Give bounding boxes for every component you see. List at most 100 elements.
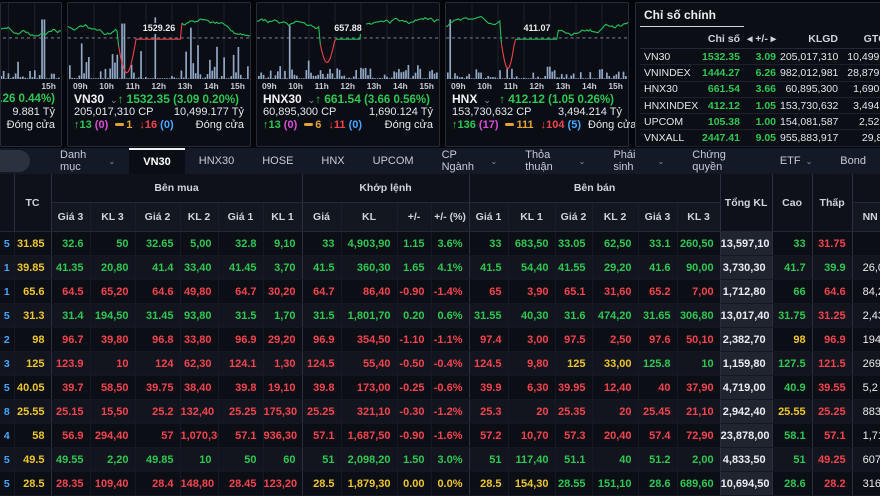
price-col-group-Khớp lệnh[interactable]: Khớp lệnh — [302, 174, 469, 203]
indices-col-header-klgd[interactable]: KLGD — [778, 29, 840, 49]
indices-row-hnx30[interactable]: HNX30661.543.6660,895,3001,690.12 — [640, 81, 880, 97]
indices-row-vn30[interactable]: VN301532.353.09205,017,31010,499.17 — [640, 49, 880, 65]
index-price: 1532.35 — [127, 92, 170, 106]
price-col-header-gi-3[interactable]: Giá 3 — [638, 203, 677, 232]
index-selector-dropdown[interactable]: VN30⌄ — [74, 93, 118, 107]
price-col-header-nn-mua[interactable]: NN mua — [852, 203, 880, 232]
table-row[interactable]: 29896.739,8096.833,8096.929,2096.9354,50… — [0, 328, 880, 352]
indices-row-vnindex[interactable]: VNINDEX1444.276.26982,012,98128,879.88 — [640, 65, 880, 81]
price-col-header-kl-3[interactable]: KL 3 — [90, 203, 135, 232]
table-row[interactable]: 45856.9294,40571,070,3057.1936,3057.11,6… — [0, 424, 880, 448]
price-col-header-gi-2[interactable]: Giá 2 — [135, 203, 180, 232]
tab-phái-sinh[interactable]: Phái sinh⌄ — [599, 148, 678, 174]
bid-vol-2: 132,40 — [180, 400, 218, 424]
time-tick-label: 14h — [393, 81, 408, 91]
low-price: 96.9 — [812, 328, 852, 352]
index-change: (1.05 0.26%) — [545, 94, 614, 106]
ask-price-3: 125.8 — [638, 352, 677, 376]
indices-row-hnxindex[interactable]: HNXINDEX412.121.05153,730,6323,494.21 — [640, 97, 880, 113]
table-row[interactable]: 3125123.91012462,30124.11,30124.555,40-0… — [0, 352, 880, 376]
price-col-header-gi-[interactable]: Giá — [302, 203, 341, 232]
ask-vol-2: 2,50 — [592, 328, 638, 352]
table-row[interactable]: 531.8532.65032.655,0032.89,10334,903,901… — [0, 232, 880, 256]
price-col-group-Cao[interactable]: Cao — [772, 174, 812, 232]
high-price: 66 — [772, 280, 812, 304]
decliners-count: ↓16 (0) — [139, 119, 173, 132]
tab-thỏa-thuận[interactable]: Thỏa thuận⌄ — [511, 148, 599, 174]
price-col-header-+---%-[interactable]: +/- (%) — [431, 203, 469, 232]
high-price: 33 — [772, 232, 812, 256]
reference-price-label: 657.88 — [330, 23, 366, 34]
price-col-group-Bên bán[interactable]: Bên bán — [469, 174, 720, 203]
index-selector-dropdown[interactable]: HNX⌄ — [452, 93, 491, 107]
tabs-scroll-button[interactable] — [0, 150, 30, 172]
tab-cp-ngành[interactable]: CP Ngành⌄ — [428, 148, 512, 174]
ask-price-1: 51 — [469, 448, 508, 472]
price-col-header-kl-1[interactable]: KL 1 — [508, 203, 555, 232]
total-volume: 4,719,00 — [720, 376, 772, 400]
ask-price-3: 65.2 — [638, 280, 677, 304]
table-row[interactable]: 531.331.4194,5031.4593,8031.51,7031.51,8… — [0, 304, 880, 328]
table-row[interactable]: 825.5525.1515,5025.2132,4025.25175,3025.… — [0, 400, 880, 424]
index-chart-panel-hnx: 411.0709h10h11h12h13h14h15hHNX⌄↑ 412.12 … — [445, 2, 629, 147]
symbol-partial: 5 — [0, 448, 14, 472]
table-row[interactable]: 528.528.35109,4028.4148,8028.45123,2028.… — [0, 472, 880, 496]
price-col-group-Bên mua[interactable]: Bên mua — [51, 174, 302, 203]
bid-vol-1: 29,20 — [263, 328, 302, 352]
index-change: (3.66 0.56%) — [361, 94, 430, 106]
indices-col-header-chiso[interactable]: Chỉ số — [696, 29, 742, 49]
tab-hnx[interactable]: HNX — [307, 148, 358, 174]
price-col-header-gi-2[interactable]: Giá 2 — [555, 203, 592, 232]
price-col-header-kl[interactable]: KL — [341, 203, 397, 232]
tab-hnx30[interactable]: HNX30 — [185, 148, 248, 174]
price-col-header-kl-2[interactable]: KL 2 — [592, 203, 638, 232]
ask-vol-2: 62,50 — [592, 232, 638, 256]
tab-bond[interactable]: Bond — [826, 148, 880, 174]
ref-price: 49.5 — [14, 448, 51, 472]
table-row[interactable]: 549.549.552,2049.85105060512,098,201.503… — [0, 448, 880, 472]
time-tick-label: 11h — [504, 81, 518, 91]
price-col-header-gi-1[interactable]: Giá 1 — [218, 203, 263, 232]
ask-vol-3: 21,10 — [677, 400, 720, 424]
indices-row-vnxall[interactable]: VNXALL2447.419.05955,883,91729,842 — [640, 130, 880, 146]
price-col-header-kl-1[interactable]: KL 1 — [263, 203, 302, 232]
match-volume: 360,30 — [341, 256, 397, 280]
bid-vol-1: 1,30 — [263, 352, 302, 376]
bid-vol-1: 19,10 — [263, 376, 302, 400]
ref-price: 40.05 — [14, 376, 51, 400]
price-col-header-gi-3[interactable]: Giá 3 — [51, 203, 90, 232]
tab-etf[interactable]: ETF⌄ — [766, 148, 826, 174]
change: -0.50 — [397, 352, 431, 376]
bid-price-3: 64.5 — [51, 280, 90, 304]
table-row[interactable]: 165.664.565,2064.649,8064.730,2064.786,4… — [0, 280, 880, 304]
tab-hose[interactable]: HOSE — [248, 148, 307, 174]
price-col-group-Thấp[interactable]: Thấp — [812, 174, 852, 232]
price-col-group-Tổng KL[interactable]: Tổng KL — [720, 174, 772, 232]
ref-price: 98 — [14, 328, 51, 352]
tab-upcom[interactable]: UPCOM — [359, 148, 428, 174]
indices-col-header-gtgd[interactable]: GTGD — [840, 29, 880, 49]
tab-vn30[interactable]: VN30 — [129, 148, 185, 174]
index-change: .26 0.44%) — [0, 93, 55, 106]
index-selector-dropdown[interactable]: HNX30⌄ — [263, 93, 315, 107]
chevron-down-icon: ⌄ — [109, 157, 116, 166]
tab-chứng-quyền[interactable]: Chứng quyền — [678, 148, 766, 174]
high-price: 41.7 — [772, 256, 812, 280]
price-col-header-+--[interactable]: +/- — [397, 203, 431, 232]
indices-col-header-change[interactable]: ◂ +/- ▸ — [742, 29, 778, 49]
bid-price-3: 39.7 — [51, 376, 90, 400]
tab-danh-mục[interactable]: Danh mục⌄ — [46, 148, 129, 174]
tab-label: Chứng quyền — [692, 149, 752, 173]
table-row[interactable]: 139.8541.3520,8041.433,4041.453,7041.536… — [0, 256, 880, 280]
price-col-header-kl-3[interactable]: KL 3 — [677, 203, 720, 232]
price-col-header-gi-1[interactable]: Giá 1 — [469, 203, 508, 232]
unchanged-count: 1 — [115, 119, 132, 132]
price-col-header-kl-2[interactable]: KL 2 — [180, 203, 218, 232]
price-col-group-TC[interactable]: TC — [14, 174, 51, 232]
indices-row-upcom[interactable]: UPCOM105.381.00154,081,5872,523.1 — [640, 114, 880, 130]
ask-vol-3: 50,10 — [677, 328, 720, 352]
table-row[interactable]: 540.0539.758,5039.7538,4039.819,1039.817… — [0, 376, 880, 400]
ref-price: 39.85 — [14, 256, 51, 280]
change-pct: -1.2% — [431, 400, 469, 424]
breadth-row: )Đóng cửa — [0, 119, 61, 132]
